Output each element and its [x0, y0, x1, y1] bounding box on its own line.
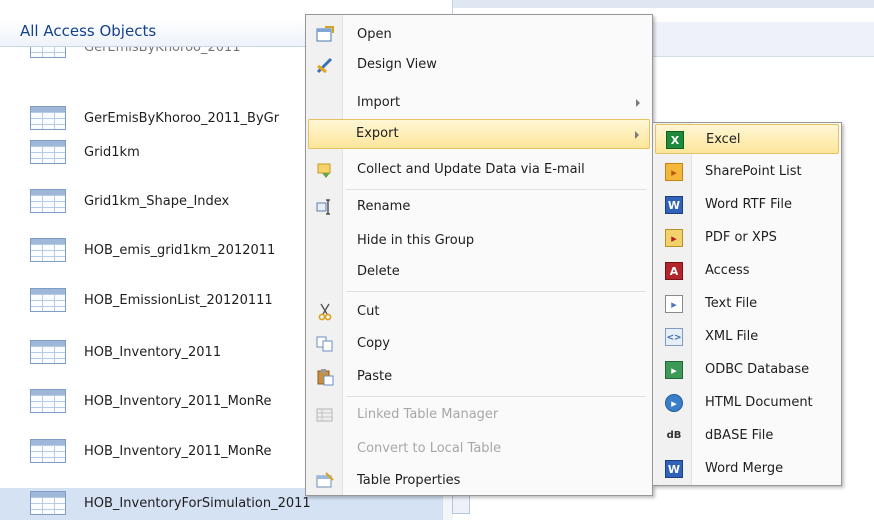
sharepoint-icon: ▸	[665, 163, 683, 181]
menu-item-label: Copy	[357, 336, 390, 351]
table-icon	[30, 288, 66, 312]
export-excel[interactable]: X Excel	[655, 124, 839, 154]
table-name: HOB_Inventory_2011	[84, 345, 222, 360]
submenu-item-label: Access	[705, 263, 750, 278]
table-name: Grid1km_Shape_Index	[84, 194, 230, 209]
menu-item-copy[interactable]: Copy	[308, 329, 650, 359]
submenu-item-label: dBASE File	[705, 428, 774, 443]
submenu-item-label: SharePoint List	[705, 164, 802, 179]
menu-item-table-properties[interactable]: Table Properties	[308, 466, 650, 496]
nav-pane-title: All Access Objects	[20, 22, 157, 40]
ribbon-edge	[452, 0, 874, 8]
menu-separator	[346, 189, 646, 190]
word-merge-icon: W	[665, 460, 683, 478]
submenu-item-label: Word RTF File	[705, 197, 792, 212]
table-name: HOB_emis_grid1km_2012011	[84, 243, 276, 258]
context-menu: Open Design View Import Export Collect a…	[305, 14, 653, 496]
export-access[interactable]: A Access	[655, 256, 839, 286]
submenu-item-label: HTML Document	[705, 395, 813, 410]
dbase-icon: dB	[666, 430, 682, 441]
menu-item-label: Cut	[357, 304, 380, 319]
table-name: HOB_Inventory_2011_MonRe	[84, 394, 272, 409]
linked-table-icon	[316, 408, 333, 422]
odbc-icon: ▸	[665, 361, 683, 379]
submenu-item-label: Word Merge	[705, 461, 784, 476]
table-name: Grid1km	[84, 145, 140, 160]
menu-item-hide[interactable]: Hide in this Group	[308, 226, 650, 256]
text-file-icon: ▸	[665, 295, 683, 313]
menu-item-label: Hide in this Group	[357, 233, 475, 248]
submenu-arrow-icon	[636, 99, 640, 107]
word-icon: W	[665, 196, 683, 214]
menu-item-label: Table Properties	[357, 473, 461, 488]
menu-item-label: Import	[357, 95, 401, 110]
menu-item-label: Design View	[357, 57, 437, 72]
menu-separator	[346, 291, 646, 292]
menu-item-import[interactable]: Import	[308, 88, 650, 118]
menu-item-label: Delete	[357, 264, 400, 279]
table-icon	[30, 189, 66, 213]
scissors-icon	[318, 303, 332, 321]
menu-separator	[346, 396, 646, 397]
menu-item-label: Collect and Update Data via E-mail	[357, 162, 585, 177]
paste-icon	[317, 369, 334, 386]
submenu-item-label: Excel	[706, 132, 741, 147]
menu-item-linked-table-manager[interactable]: Linked Table Manager	[308, 400, 650, 430]
submenu-item-label: ODBC Database	[705, 362, 810, 377]
design-view-icon	[316, 57, 333, 74]
table-icon	[30, 340, 66, 364]
html-globe-icon: ▸	[665, 394, 683, 412]
menu-item-delete[interactable]: Delete	[308, 257, 650, 287]
table-name: GerEmisByKhoroo_2011_ByGr	[84, 111, 280, 126]
export-odbc[interactable]: ▸ ODBC Database	[655, 355, 839, 385]
export-pdf-xps[interactable]: ▸ PDF or XPS	[655, 223, 839, 253]
menu-item-paste[interactable]: Paste	[308, 362, 650, 392]
table-name: HOB_EmissionList_20120111	[84, 293, 273, 308]
menu-item-convert-local[interactable]: Convert to Local Table	[308, 434, 650, 464]
table-name: HOB_Inventory_2011_MonRe	[84, 444, 272, 459]
menu-item-label: Paste	[357, 369, 393, 384]
menu-item-label: Export	[356, 126, 399, 141]
table-name: HOB_InventoryForSimulation_2011	[84, 496, 311, 511]
export-submenu: X Excel ▸ SharePoint List W Word RTF Fil…	[652, 122, 842, 486]
table-icon	[30, 106, 66, 130]
menu-item-design-view[interactable]: Design View	[308, 50, 650, 80]
copy-icon	[316, 336, 333, 352]
open-table-icon	[316, 26, 334, 42]
table-icon	[30, 491, 66, 515]
menu-item-collect-data[interactable]: Collect and Update Data via E-mail	[308, 155, 650, 185]
export-text-file[interactable]: ▸ Text File	[655, 289, 839, 319]
menu-item-cut[interactable]: Cut	[308, 297, 650, 327]
collect-data-icon	[317, 163, 331, 178]
export-sharepoint[interactable]: ▸ SharePoint List	[655, 157, 839, 187]
access-icon: A	[665, 262, 683, 280]
table-icon	[30, 238, 66, 262]
export-dbase[interactable]: dB dBASE File	[655, 421, 839, 451]
submenu-item-label: Text File	[705, 296, 758, 311]
submenu-item-label: XML File	[705, 329, 759, 344]
menu-item-open[interactable]: Open	[308, 20, 650, 50]
submenu-item-label: PDF or XPS	[705, 230, 777, 245]
menu-item-label: Rename	[357, 199, 411, 214]
export-xml-file[interactable]: <> XML File	[655, 322, 839, 352]
pdf-icon: ▸	[665, 229, 683, 247]
menu-item-label: Linked Table Manager	[357, 407, 499, 422]
table-icon	[30, 439, 66, 463]
table-icon	[30, 140, 66, 164]
menu-item-rename[interactable]: Rename	[308, 192, 650, 222]
submenu-arrow-icon	[635, 131, 639, 139]
table-icon	[30, 389, 66, 413]
properties-icon	[316, 472, 334, 488]
rename-icon	[316, 199, 330, 215]
export-word-rtf[interactable]: W Word RTF File	[655, 190, 839, 220]
xml-file-icon: <>	[665, 328, 683, 346]
export-word-merge[interactable]: W Word Merge	[655, 454, 839, 484]
menu-item-export[interactable]: Export	[308, 119, 650, 149]
menu-item-label: Open	[357, 27, 392, 42]
export-html[interactable]: ▸ HTML Document	[655, 388, 839, 418]
menu-item-label: Convert to Local Table	[357, 441, 502, 456]
excel-icon: X	[666, 131, 684, 149]
